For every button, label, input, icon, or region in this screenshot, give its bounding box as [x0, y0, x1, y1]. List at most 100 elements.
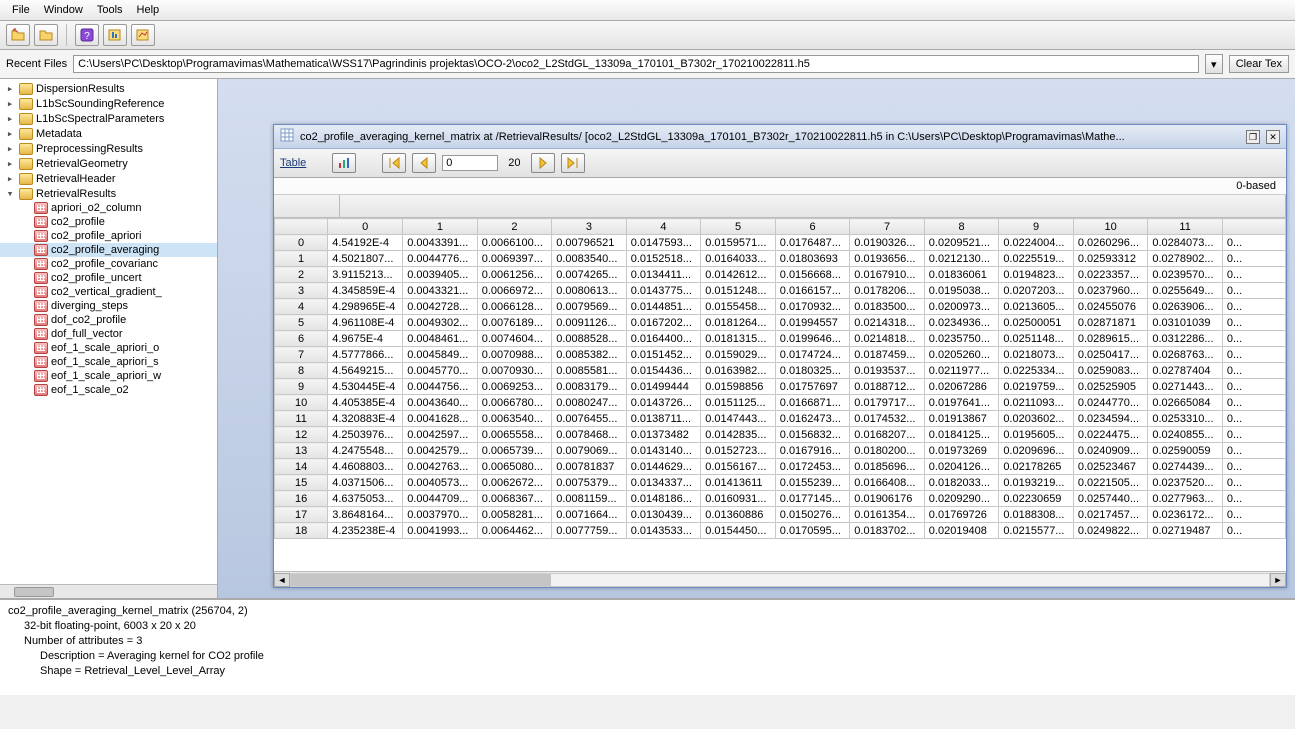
data-cell[interactable]: 0.0185696... [850, 459, 925, 475]
data-cell[interactable]: 0.0180325... [775, 363, 850, 379]
data-cell[interactable]: 0.0069253... [477, 379, 552, 395]
data-cell[interactable]: 0.0042728... [403, 299, 478, 315]
data-cell[interactable]: 0.0188712... [850, 379, 925, 395]
tree-group[interactable]: ▸RetrievalGeometry [0, 156, 217, 171]
data-cell[interactable]: 0.0069397... [477, 251, 552, 267]
data-cell[interactable]: 0.0200973... [924, 299, 999, 315]
data-cell[interactable]: 0.0271443... [1148, 379, 1223, 395]
data-cell[interactable]: 0.0156167... [701, 459, 776, 475]
data-cell[interactable]: 0.0278902... [1148, 251, 1223, 267]
data-cell[interactable]: 4.345859E-4 [328, 283, 403, 299]
data-cell[interactable]: 0.01598856 [701, 379, 776, 395]
data-cell[interactable]: 0... [1222, 363, 1285, 379]
data-cell[interactable]: 0.0049302... [403, 315, 478, 331]
col-header[interactable]: 4 [626, 219, 701, 235]
data-cell[interactable]: 0.0195038... [924, 283, 999, 299]
data-cell[interactable]: 0.01836061 [924, 267, 999, 283]
tree-group[interactable]: ▸L1bScSpectralParameters [0, 111, 217, 126]
data-cell[interactable]: 0.0218073... [999, 347, 1074, 363]
data-cell[interactable]: 0... [1222, 267, 1285, 283]
data-cell[interactable]: 0... [1222, 427, 1285, 443]
data-cell[interactable]: 0.0253310... [1148, 411, 1223, 427]
row-header[interactable]: 13 [275, 443, 328, 459]
data-cell[interactable]: 0.0284073... [1148, 235, 1223, 251]
data-cell[interactable]: 0... [1222, 523, 1285, 539]
filter-input-area[interactable] [340, 195, 1286, 217]
data-cell[interactable]: 0.0193537... [850, 363, 925, 379]
data-cell[interactable]: 4.5777866... [328, 347, 403, 363]
data-cell[interactable]: 0.0193656... [850, 251, 925, 267]
data-cell[interactable]: 0.0180200... [850, 443, 925, 459]
data-cell[interactable]: 0.0062672... [477, 475, 552, 491]
data-cell[interactable]: 0.0167910... [850, 267, 925, 283]
menu-help[interactable]: Help [131, 2, 166, 18]
tree-group[interactable]: ▾RetrievalResults [0, 186, 217, 201]
col-header[interactable]: 0 [328, 219, 403, 235]
data-cell[interactable]: 0.0178206... [850, 283, 925, 299]
open-file-button[interactable] [6, 24, 30, 46]
tool-button-2[interactable] [131, 24, 155, 46]
data-cell[interactable]: 3.9115213... [328, 267, 403, 283]
data-cell[interactable]: 0.0197641... [924, 395, 999, 411]
expand-icon[interactable]: ▸ [4, 127, 16, 140]
data-cell[interactable]: 0.0188308... [999, 507, 1074, 523]
data-cell[interactable]: 0.0221505... [1073, 475, 1148, 491]
data-cell[interactable]: 0.0044776... [403, 251, 478, 267]
row-header[interactable]: 18 [275, 523, 328, 539]
expand-icon[interactable]: ▸ [4, 82, 16, 95]
last-page-button[interactable] [561, 153, 585, 173]
row-header[interactable]: 16 [275, 491, 328, 507]
data-cell[interactable]: 0.0077759... [552, 523, 627, 539]
data-cell[interactable]: 0.01360886 [701, 507, 776, 523]
data-cell[interactable]: 0.0289615... [1073, 331, 1148, 347]
data-cell[interactable]: 4.5021807... [328, 251, 403, 267]
data-cell[interactable]: 0.0177145... [775, 491, 850, 507]
prev-page-button[interactable] [412, 153, 436, 173]
data-cell[interactable]: 0.0209290... [924, 491, 999, 507]
data-cell[interactable]: 0.0183702... [850, 523, 925, 539]
tree-group[interactable]: ▸PreprocessingResults [0, 141, 217, 156]
data-cell[interactable]: 0.0190326... [850, 235, 925, 251]
data-cell[interactable]: 0.0277963... [1148, 491, 1223, 507]
data-cell[interactable]: 0.02665084 [1148, 395, 1223, 411]
col-header[interactable]: 5 [701, 219, 776, 235]
data-cell[interactable]: 0.0045770... [403, 363, 478, 379]
data-cell[interactable]: 0.0162473... [775, 411, 850, 427]
data-cell[interactable]: 0... [1222, 507, 1285, 523]
data-cell[interactable]: 0.0179717... [850, 395, 925, 411]
data-cell[interactable]: 0... [1222, 315, 1285, 331]
data-cell[interactable]: 0.0143726... [626, 395, 701, 411]
table-view-link[interactable]: Table [280, 157, 306, 169]
data-cell[interactable]: 0... [1222, 379, 1285, 395]
data-cell[interactable]: 0.0085382... [552, 347, 627, 363]
data-cell[interactable]: 0.0045849... [403, 347, 478, 363]
data-cell[interactable]: 0.0074265... [552, 267, 627, 283]
tree-dataset[interactable]: co2_profile [0, 215, 217, 229]
row-header[interactable]: 1 [275, 251, 328, 267]
data-cell[interactable]: 0.0143140... [626, 443, 701, 459]
data-cell[interactable]: 0.0211977... [924, 363, 999, 379]
data-cell[interactable]: 0.0066128... [477, 299, 552, 315]
data-cell[interactable]: 0.0204126... [924, 459, 999, 475]
row-header[interactable]: 0 [275, 235, 328, 251]
tree-group[interactable]: ▸L1bScSoundingReference [0, 96, 217, 111]
data-cell[interactable]: 0.0142835... [701, 427, 776, 443]
data-cell[interactable]: 0.0240909... [1073, 443, 1148, 459]
data-cell[interactable]: 0.0039405... [403, 267, 478, 283]
data-cell[interactable]: 0.0066780... [477, 395, 552, 411]
data-cell[interactable]: 0.0083179... [552, 379, 627, 395]
data-cell[interactable]: 0.0249822... [1073, 523, 1148, 539]
expand-icon[interactable]: ▸ [4, 112, 16, 125]
col-header[interactable]: 8 [924, 219, 999, 235]
data-cell[interactable]: 0.0076189... [477, 315, 552, 331]
data-cell[interactable]: 0.01906176 [850, 491, 925, 507]
data-cell[interactable]: 0.02230659 [999, 491, 1074, 507]
data-cell[interactable]: 0.0151452... [626, 347, 701, 363]
data-cell[interactable]: 0.0134411... [626, 267, 701, 283]
data-cell[interactable]: 0.0079069... [552, 443, 627, 459]
tree-dataset[interactable]: eof_1_scale_o2 [0, 383, 217, 397]
data-cell[interactable]: 0.0083540... [552, 251, 627, 267]
data-cell[interactable]: 0.0042579... [403, 443, 478, 459]
expand-icon[interactable]: ▸ [4, 172, 16, 185]
data-cell[interactable]: 0.01757697 [775, 379, 850, 395]
